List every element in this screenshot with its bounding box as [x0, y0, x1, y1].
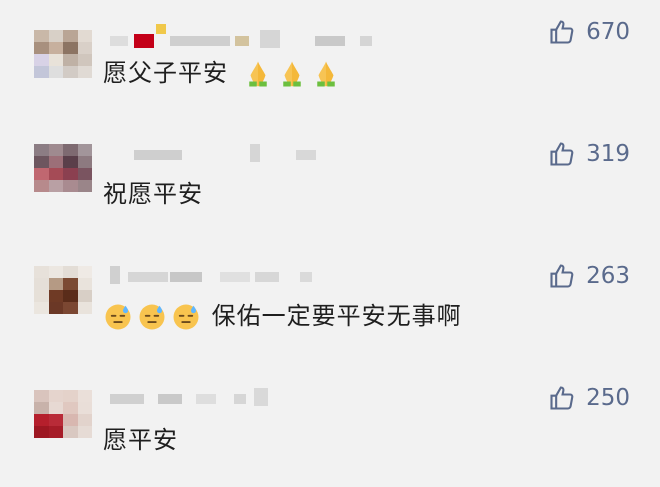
comment-item[interactable]: 愿父子平安 670 — [0, 0, 660, 120]
thumbs-up-icon — [550, 20, 574, 44]
comment-text-content: 保佑一定要平安无事啊 — [211, 302, 462, 330]
thumbs-up-icon — [550, 386, 574, 410]
emoji-group — [103, 302, 201, 332]
like-count: 319 — [586, 141, 630, 167]
thumbs-up-icon — [550, 142, 574, 166]
blurred-username[interactable] — [110, 388, 390, 412]
like-button[interactable]: 319 — [548, 140, 630, 168]
emoji-group — [243, 59, 341, 89]
avatar[interactable] — [34, 390, 92, 438]
pray-emoji — [282, 61, 301, 87]
comment-text: 愿父子平安 — [103, 56, 341, 90]
comment-text-content: 愿平安 — [103, 426, 178, 454]
thumbs-up-icon — [550, 264, 574, 288]
comment-text: 愿平安 — [103, 423, 178, 457]
comment-item[interactable]: 祝愿平安 319 — [0, 122, 660, 242]
blurred-username[interactable] — [110, 266, 390, 290]
like-button[interactable]: 250 — [548, 384, 630, 412]
avatar[interactable] — [34, 30, 92, 78]
comment-text-content: 祝愿平安 — [103, 180, 203, 208]
comment-item[interactable]: 愿平安 250 — [0, 366, 660, 486]
like-count: 250 — [586, 385, 630, 411]
sweat-emoji — [105, 304, 131, 330]
sweat-emoji — [139, 304, 165, 330]
comment-text-content: 愿父子平安 — [103, 59, 228, 87]
pray-emoji — [316, 61, 335, 87]
sweat-emoji — [173, 304, 199, 330]
avatar[interactable] — [34, 144, 92, 192]
comment-item[interactable]: 保佑一定要平安无事啊 263 — [0, 244, 660, 364]
like-count: 263 — [586, 263, 630, 289]
blurred-username[interactable] — [110, 144, 390, 168]
like-count: 670 — [586, 19, 630, 45]
comment-text: 保佑一定要平安无事啊 — [103, 299, 462, 333]
like-button[interactable]: 263 — [548, 262, 630, 290]
blurred-username[interactable] — [110, 24, 390, 54]
comment-text: 祝愿平安 — [103, 177, 203, 211]
avatar[interactable] — [34, 266, 92, 314]
pray-emoji — [248, 61, 267, 87]
like-button[interactable]: 670 — [548, 18, 630, 46]
